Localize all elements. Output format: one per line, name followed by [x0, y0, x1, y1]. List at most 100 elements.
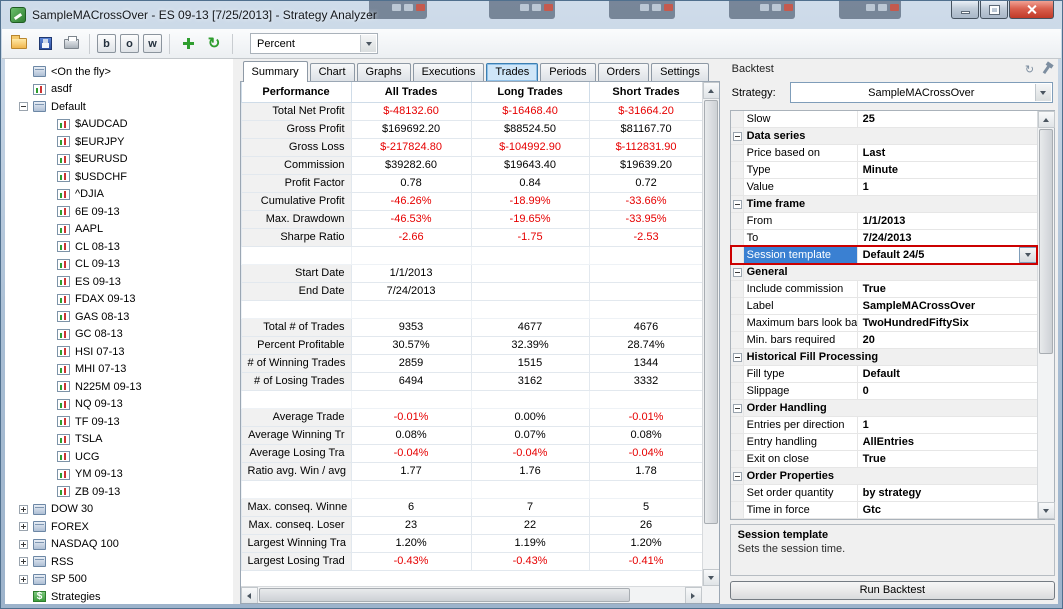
- tree-item-es-09-13[interactable]: ES 09-13: [5, 273, 233, 291]
- property-to[interactable]: To 7/24/2013: [730, 230, 1037, 248]
- scrollbar-thumb[interactable]: [1038, 129, 1053, 355]
- walkforward-mode-button[interactable]: w: [143, 34, 162, 53]
- pin-icon[interactable]: [1040, 63, 1053, 76]
- property-value[interactable]: 1/1/2013: [858, 213, 1037, 229]
- tree-item-tsla[interactable]: TSLA: [5, 431, 233, 449]
- tab-summary[interactable]: Summary: [242, 61, 308, 82]
- optimize-mode-button[interactable]: o: [120, 34, 139, 53]
- tree-item-eurjpy[interactable]: $EURJPY: [5, 133, 233, 151]
- property-slow[interactable]: Slow 25: [730, 111, 1037, 129]
- run-backtest-button[interactable]: Run Backtest: [729, 580, 1055, 600]
- strategy-selector[interactable]: SampleMACrossOver: [789, 82, 1053, 104]
- property-session-template[interactable]: Session template Default 24/5: [729, 245, 1038, 266]
- tree-item-mhi-07-13[interactable]: MHI 07-13: [5, 361, 233, 379]
- tree-item-rss[interactable]: RSS: [5, 553, 233, 571]
- property-value[interactable]: TwoHundredFiftySix: [858, 315, 1037, 331]
- property-value[interactable]: Last: [858, 145, 1037, 161]
- property-entry-handling[interactable]: Entry handling AllEntries: [730, 434, 1037, 452]
- collapse-icon[interactable]: [732, 132, 742, 142]
- property-value[interactable]: True: [858, 281, 1037, 297]
- tab-executions[interactable]: Executions: [412, 63, 485, 81]
- tab-graphs[interactable]: Graphs: [356, 63, 411, 81]
- display-selector[interactable]: Percent: [250, 33, 378, 54]
- property-min-bars-required[interactable]: Min. bars required 20: [730, 332, 1037, 350]
- property-from[interactable]: From 1/1/2013: [730, 213, 1037, 231]
- chevron-down-icon[interactable]: [360, 35, 376, 52]
- property-data-series[interactable]: Data series: [730, 128, 1037, 146]
- collapse-icon[interactable]: [732, 404, 742, 414]
- close-button[interactable]: [1009, 1, 1054, 19]
- expand-icon[interactable]: [19, 539, 28, 549]
- tree-item-sp-500[interactable]: SP 500: [5, 571, 233, 589]
- tree-item-aapl[interactable]: AAPL: [5, 221, 233, 239]
- backtest-mode-button[interactable]: b: [97, 34, 116, 53]
- property-time-frame[interactable]: Time frame: [730, 196, 1037, 214]
- property-value[interactable]: True: [858, 451, 1037, 467]
- expand-icon[interactable]: [19, 504, 28, 514]
- property-exit-on-close[interactable]: Exit on close True: [730, 451, 1037, 469]
- tree-item-fdax-09-13[interactable]: FDAX 09-13: [5, 291, 233, 309]
- tree-item-djia[interactable]: ^DJIA: [5, 186, 233, 204]
- tree-item-tf-09-13[interactable]: TF 09-13: [5, 413, 233, 431]
- property-historical-fill-processing[interactable]: Historical Fill Processing: [730, 349, 1037, 367]
- tree-item-cl-09-13[interactable]: CL 09-13: [5, 256, 233, 274]
- property-fill-type[interactable]: Fill type Default: [730, 366, 1037, 384]
- tab-periods[interactable]: Periods: [540, 63, 596, 81]
- print-button[interactable]: [60, 33, 82, 55]
- property-value[interactable]: SampleMACrossOver: [858, 298, 1037, 314]
- tree-item-gc-08-13[interactable]: GC 08-13: [5, 326, 233, 344]
- tree-item-nasdaq-100[interactable]: NASDAQ 100: [5, 536, 233, 554]
- scroll-right-icon[interactable]: [684, 587, 702, 603]
- tree-item-gas-08-13[interactable]: GAS 08-13: [5, 308, 233, 326]
- property-maximum-bars-look-back[interactable]: Maximum bars look back TwoHundredFiftySix: [730, 315, 1037, 333]
- tree-item-zb-09-13[interactable]: ZB 09-13: [5, 483, 233, 501]
- refresh-icon[interactable]: ↻: [1023, 63, 1036, 76]
- property-value[interactable]: 7/24/2013: [858, 230, 1037, 246]
- property-value[interactable]: 1: [858, 179, 1037, 195]
- table-vertical-scrollbar[interactable]: [701, 82, 719, 586]
- property-value[interactable]: 1: [858, 417, 1037, 433]
- property-order-properties[interactable]: Order Properties: [730, 468, 1037, 486]
- tab-trades[interactable]: Trades: [486, 63, 539, 81]
- chevron-down-icon[interactable]: [1018, 247, 1037, 264]
- property-price-based-on[interactable]: Price based on Last: [730, 145, 1037, 163]
- splitter[interactable]: [719, 59, 727, 604]
- property-label[interactable]: Label SampleMACrossOver: [730, 298, 1037, 316]
- property-general[interactable]: General: [730, 264, 1037, 282]
- property-type[interactable]: Type Minute: [730, 162, 1037, 180]
- property-entries-per-direction[interactable]: Entries per direction 1: [730, 417, 1037, 435]
- open-folder-button[interactable]: [8, 33, 30, 55]
- property-include-commission[interactable]: Include commission True: [730, 281, 1037, 299]
- tree-item-dow-30[interactable]: DOW 30: [5, 501, 233, 519]
- table-horizontal-scrollbar[interactable]: [240, 586, 702, 603]
- expand-icon[interactable]: [19, 557, 28, 567]
- scroll-down-icon[interactable]: [1037, 502, 1055, 520]
- tree-item-ym-09-13[interactable]: YM 09-13: [5, 466, 233, 484]
- scroll-down-icon[interactable]: [702, 569, 719, 586]
- refresh-button[interactable]: ↻: [203, 33, 225, 55]
- tree-item-on-the-fly[interactable]: <On the fly>: [5, 63, 233, 81]
- tree-item-default[interactable]: Default: [5, 98, 233, 116]
- tree-item-nq-09-13[interactable]: NQ 09-13: [5, 396, 233, 414]
- collapse-icon[interactable]: [732, 200, 742, 210]
- property-value[interactable]: Default 24/5: [858, 247, 1037, 263]
- add-button[interactable]: [177, 33, 199, 55]
- tree-item-ucg[interactable]: UCG: [5, 448, 233, 466]
- tree-item-asdf[interactable]: asdf: [5, 81, 233, 99]
- property-set-order-quantity[interactable]: Set order quantity by strategy: [730, 485, 1037, 503]
- tab-orders[interactable]: Orders: [597, 63, 650, 81]
- tree-item-hsi-07-13[interactable]: HSI 07-13: [5, 343, 233, 361]
- scroll-up-icon[interactable]: [702, 82, 719, 99]
- expand-icon[interactable]: [19, 574, 28, 584]
- scroll-up-icon[interactable]: [1037, 111, 1055, 129]
- property-value[interactable]: Minute: [858, 162, 1037, 178]
- tree-item-strategies[interactable]: Strategies: [5, 588, 233, 604]
- scrollbar-thumb[interactable]: [703, 100, 718, 524]
- property-order-handling[interactable]: Order Handling: [730, 400, 1037, 418]
- properties-scrollbar[interactable]: [1036, 111, 1055, 520]
- tree-item-cl-08-13[interactable]: CL 08-13: [5, 238, 233, 256]
- property-value[interactable]: Default: [858, 366, 1037, 382]
- expand-icon[interactable]: [19, 522, 28, 532]
- property-slippage[interactable]: Slippage 0: [730, 383, 1037, 401]
- tree-item-usdchf[interactable]: $USDCHF: [5, 168, 233, 186]
